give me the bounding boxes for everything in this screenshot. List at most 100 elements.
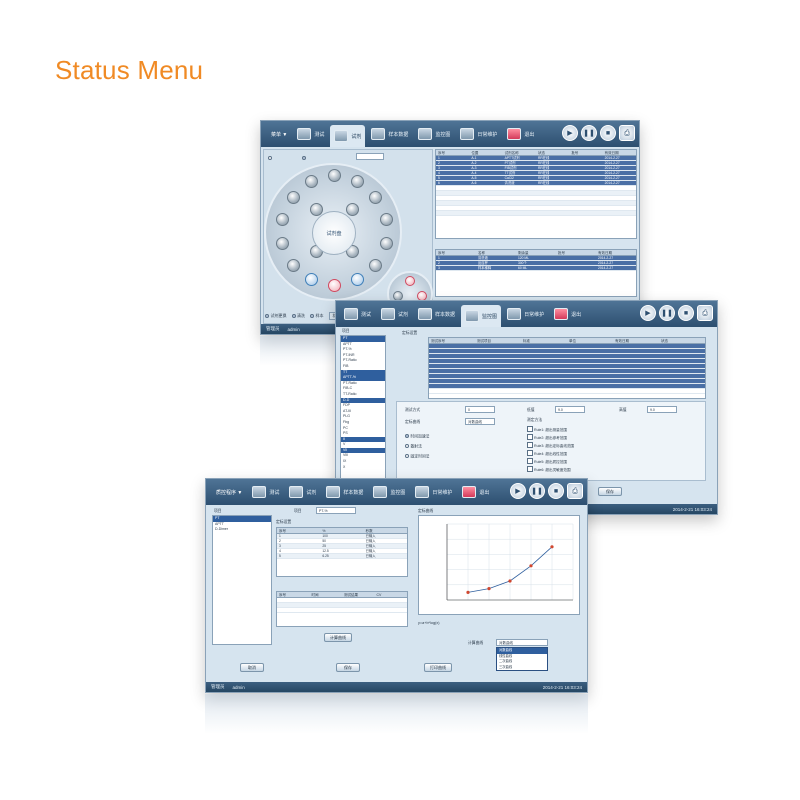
tab-reagent[interactable]: 试剂 [377,304,412,324]
tab-exit[interactable]: 退出 [458,482,493,502]
qc-menu-button[interactable]: 质控程序 ▼ [210,489,248,496]
tab-test[interactable]: 测试 [340,304,375,324]
table-row[interactable] [429,389,705,394]
calibration-toolbar: 质控程序 ▼ 测试 试剂 样本数据 监控图 日常维护 退出 ▶ ❚❚ ■ ⎙ [206,479,587,505]
tab-maintenance[interactable]: 日常维护 [503,304,548,324]
wash-button[interactable]: 清洗 [291,313,305,319]
tab-maintenance[interactable]: 日常维护 [411,482,456,502]
reagent-change-button[interactable]: 试剂更换 [265,313,287,319]
tab-sample-data[interactable]: 样本数据 [367,124,412,144]
reagent-slot[interactable] [369,259,382,272]
position-field[interactable] [356,153,384,160]
tab-monitor[interactable]: 监控图 [414,124,454,144]
data-point [550,545,554,549]
calc-curve-button[interactable]: 计算曲线 [324,633,352,642]
radio-option[interactable]: 散射法 [405,444,422,450]
column-header: 有效日期 [604,151,619,155]
reagent-slot[interactable] [351,273,364,286]
tab-monitor[interactable]: 监控图 [461,305,502,327]
column-header: 序号 [279,529,286,533]
stop-button[interactable]: ■ [548,483,564,499]
reagent-slot[interactable] [305,175,318,188]
project-select[interactable]: PT-% [316,507,356,514]
reagent-slot[interactable] [369,191,382,204]
play-button[interactable]: ▶ [640,305,656,321]
tab-exit[interactable]: 退出 [550,304,585,324]
table-row[interactable] [436,211,636,216]
rule-checkbox[interactable]: Rule6: 超出灵敏度范围 [527,466,571,473]
cuvette-slot[interactable] [405,276,415,286]
legend-reagent [302,156,308,161]
curve-select[interactable]: 对数曲线 [465,418,495,425]
reagent-slot[interactable] [287,259,300,272]
tab-sample-data[interactable]: 样本数据 [414,304,459,324]
reagent-slot[interactable] [380,237,393,250]
table-cell: 已输入 [365,534,376,538]
rule-checkbox[interactable]: Rule2: 超出参考范围 [527,434,567,441]
table-cell: 2014-2-27 [598,266,614,270]
tab-maintenance[interactable]: 日常维护 [456,124,501,144]
column-header: 测试结果 [344,593,358,597]
result-table: 序号 时间 测试结果 CV [276,591,408,627]
radio-option[interactable]: 时间加速法 [405,434,429,440]
rule-checkbox[interactable]: Rule5: 超出质控范围 [527,458,567,465]
print-button[interactable]: ⎙ [697,305,713,321]
reagent-slot[interactable] [305,273,318,286]
tab-reagent[interactable]: 试剂 [285,482,320,502]
table-row[interactable]: 3 样本稀释 60 ML 2014-2-27 [436,266,636,271]
column-header: 测试项目 [477,339,491,343]
stop-button[interactable]: ■ [678,305,694,321]
tab-reagent[interactable]: 试剂 [330,125,366,147]
dropdown-option[interactable]: 三次曲线 [497,665,547,671]
reagent-slot[interactable] [276,213,289,226]
reagent-slot[interactable] [380,213,393,226]
table-cell [569,161,602,165]
curve-type-select[interactable]: 对数曲线 [496,639,548,646]
save-button[interactable]: 保存 [598,487,622,496]
reagent-slot[interactable] [351,175,364,188]
table-cell: 6.25 [322,554,329,558]
tab-exit[interactable]: 退出 [503,124,538,144]
rule-checkbox[interactable]: Rule1: 超出测量范围 [527,426,567,433]
tab-test[interactable]: 测试 [293,124,328,144]
tab-label: 样本数据 [343,489,364,496]
reagent-slot[interactable] [328,169,341,182]
mode-field[interactable]: 0 [465,406,495,413]
table-cell: 120 ML [518,256,529,260]
reagent-carousel[interactable]: 试剂盘 [264,163,402,301]
table-cell: 已输入 [365,539,376,543]
main-menu-button[interactable]: 菜单 ▼ [265,131,293,138]
high-field[interactable]: 9.0 [647,406,677,413]
rule-checkbox[interactable]: Rule3: 超出定标曲线范围 [527,442,574,449]
reagent-slot[interactable] [276,237,289,250]
column-header: 时间 [311,593,319,597]
play-button[interactable]: ▶ [510,483,526,499]
play-button[interactable]: ▶ [562,125,578,141]
print-curve-button[interactable]: 打印曲线 [424,663,452,672]
sample-button[interactable]: 样本 [310,313,324,319]
low-field[interactable]: 9.0 [555,406,585,413]
table-row[interactable]: 5 6.25 已输入 [277,554,407,559]
list-item[interactable]: X [341,465,385,471]
save-button[interactable]: 保存 [336,663,360,672]
pause-button[interactable]: ❚❚ [659,305,675,321]
cancel-button[interactable]: 取消 [240,663,264,672]
reagent-slot[interactable] [328,279,341,292]
user-label: 管理员 [211,684,225,689]
list-item[interactable]: D-Dimer [213,527,271,533]
pause-button[interactable]: ❚❚ [581,125,597,141]
reagent-slot[interactable] [346,203,359,216]
print-button[interactable]: ⎙ [567,483,583,499]
tab-monitor[interactable]: 监控图 [369,482,409,502]
tab-test[interactable]: 测试 [248,482,283,502]
table-row[interactable] [277,608,407,613]
reagent-table: 序号 位置 试剂名称 状态 批号 有效日期 1 A-1 APTT试剂 RR在线 2014… [435,149,637,239]
stop-button[interactable]: ■ [600,125,616,141]
print-button[interactable]: ⎙ [619,125,635,141]
radio-option[interactable]: 固定时间法 [405,454,429,460]
high-label: 高值 [619,408,627,412]
tab-sample-data[interactable]: 样本数据 [322,482,367,502]
pause-button[interactable]: ❚❚ [529,483,545,499]
reagent-slot[interactable] [287,191,300,204]
rule-checkbox[interactable]: Rule4: 超出线性范围 [527,450,567,457]
